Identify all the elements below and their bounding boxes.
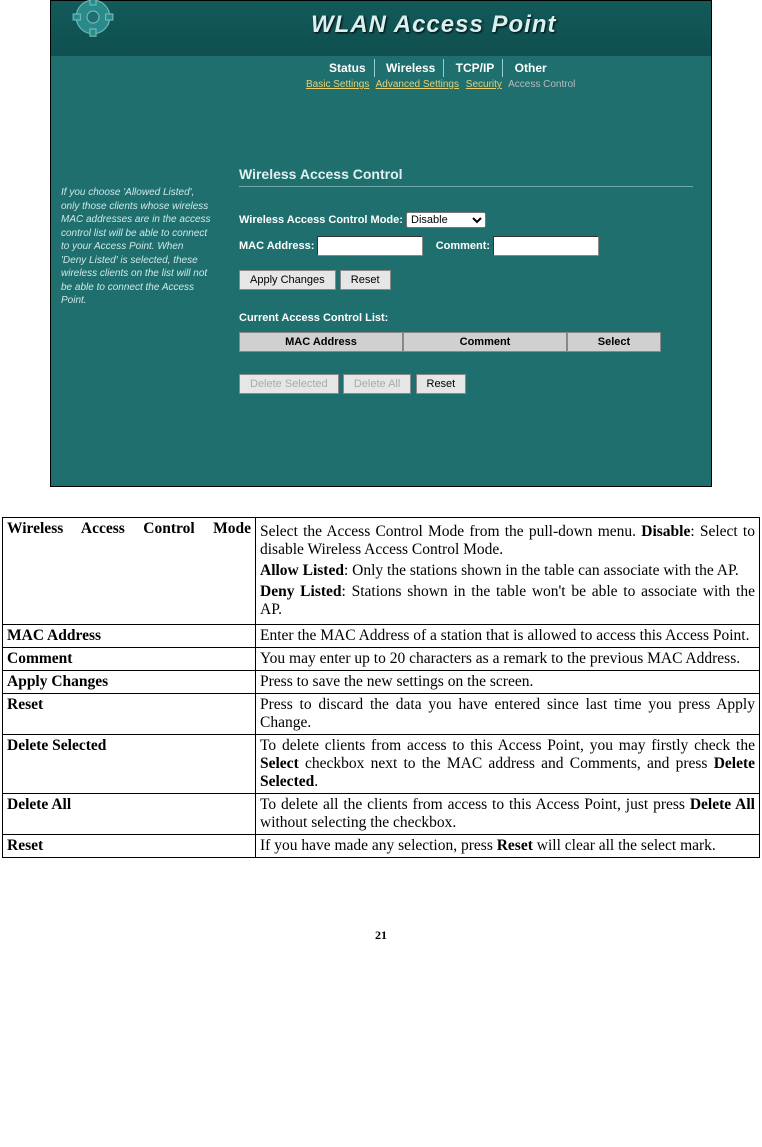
acl-table-header: MAC Address Comment Select: [239, 332, 693, 352]
def-cell: Press to discard the data you have enter…: [256, 694, 760, 735]
section-title: Wireless Access Control: [239, 166, 693, 187]
term-cell: Delete Selected: [3, 735, 256, 794]
table-row: Delete All To delete all the clients fro…: [3, 794, 760, 835]
table-row: Apply Changes Press to save the new sett…: [3, 671, 760, 694]
mac-input[interactable]: [317, 236, 423, 256]
th-select: Select: [567, 332, 661, 352]
def-cell: To delete all the clients from access to…: [256, 794, 760, 835]
def-cell: You may enter up to 20 characters as a r…: [256, 648, 760, 671]
def-cell: Select the Access Control Mode from the …: [256, 518, 760, 625]
apply-changes-button[interactable]: Apply Changes: [239, 270, 336, 290]
term-cell: MAC Address: [3, 625, 256, 648]
mode-select[interactable]: Disable: [406, 212, 486, 228]
list-title-label: Current Access Control List:: [239, 312, 388, 324]
banner-title: WLAN Access Point: [311, 11, 556, 39]
delete-selected-button[interactable]: Delete Selected: [239, 374, 339, 394]
help-panel-text: If you choose 'Allowed Listed', only tho…: [61, 186, 211, 308]
term-cell: Delete All: [3, 794, 256, 835]
th-comment: Comment: [403, 332, 567, 352]
description-table: Wireless Access Control Mode Select the …: [2, 517, 760, 858]
comment-input[interactable]: [493, 236, 599, 256]
def-cell: Enter the MAC Address of a station that …: [256, 625, 760, 648]
reset-list-button[interactable]: Reset: [416, 374, 467, 394]
comment-label: Comment:: [436, 240, 490, 252]
mode-label: Wireless Access Control Mode:: [239, 214, 403, 226]
term-cell: Reset: [3, 835, 256, 858]
table-row: Reset Press to discard the data you have…: [3, 694, 760, 735]
ap-config-screenshot: WLAN Access Point Status Wireless TCP/IP…: [50, 0, 712, 487]
table-row: Delete Selected To delete clients from a…: [3, 735, 760, 794]
table-row: Comment You may enter up to 20 character…: [3, 648, 760, 671]
banner: WLAN Access Point: [51, 1, 711, 56]
delete-all-button[interactable]: Delete All: [343, 374, 411, 394]
table-row: Reset If you have made any selection, pr…: [3, 835, 760, 858]
def-cell: If you have made any selection, press Re…: [256, 835, 760, 858]
gear-logo-icon: [61, 0, 131, 59]
th-mac: MAC Address: [239, 332, 403, 352]
term-cell: Apply Changes: [3, 671, 256, 694]
table-row: MAC Address Enter the MAC Address of a s…: [3, 625, 760, 648]
term-cell: Wireless Access Control Mode: [3, 518, 256, 625]
def-cell: To delete clients from access to this Ac…: [256, 735, 760, 794]
page-number: 21: [2, 928, 760, 943]
mac-label: MAC Address:: [239, 240, 314, 252]
table-row: Wireless Access Control Mode Select the …: [3, 518, 760, 625]
reset-button[interactable]: Reset: [340, 270, 391, 290]
term-cell: Comment: [3, 648, 256, 671]
term-cell: Reset: [3, 694, 256, 735]
def-cell: Press to save the new settings on the sc…: [256, 671, 760, 694]
